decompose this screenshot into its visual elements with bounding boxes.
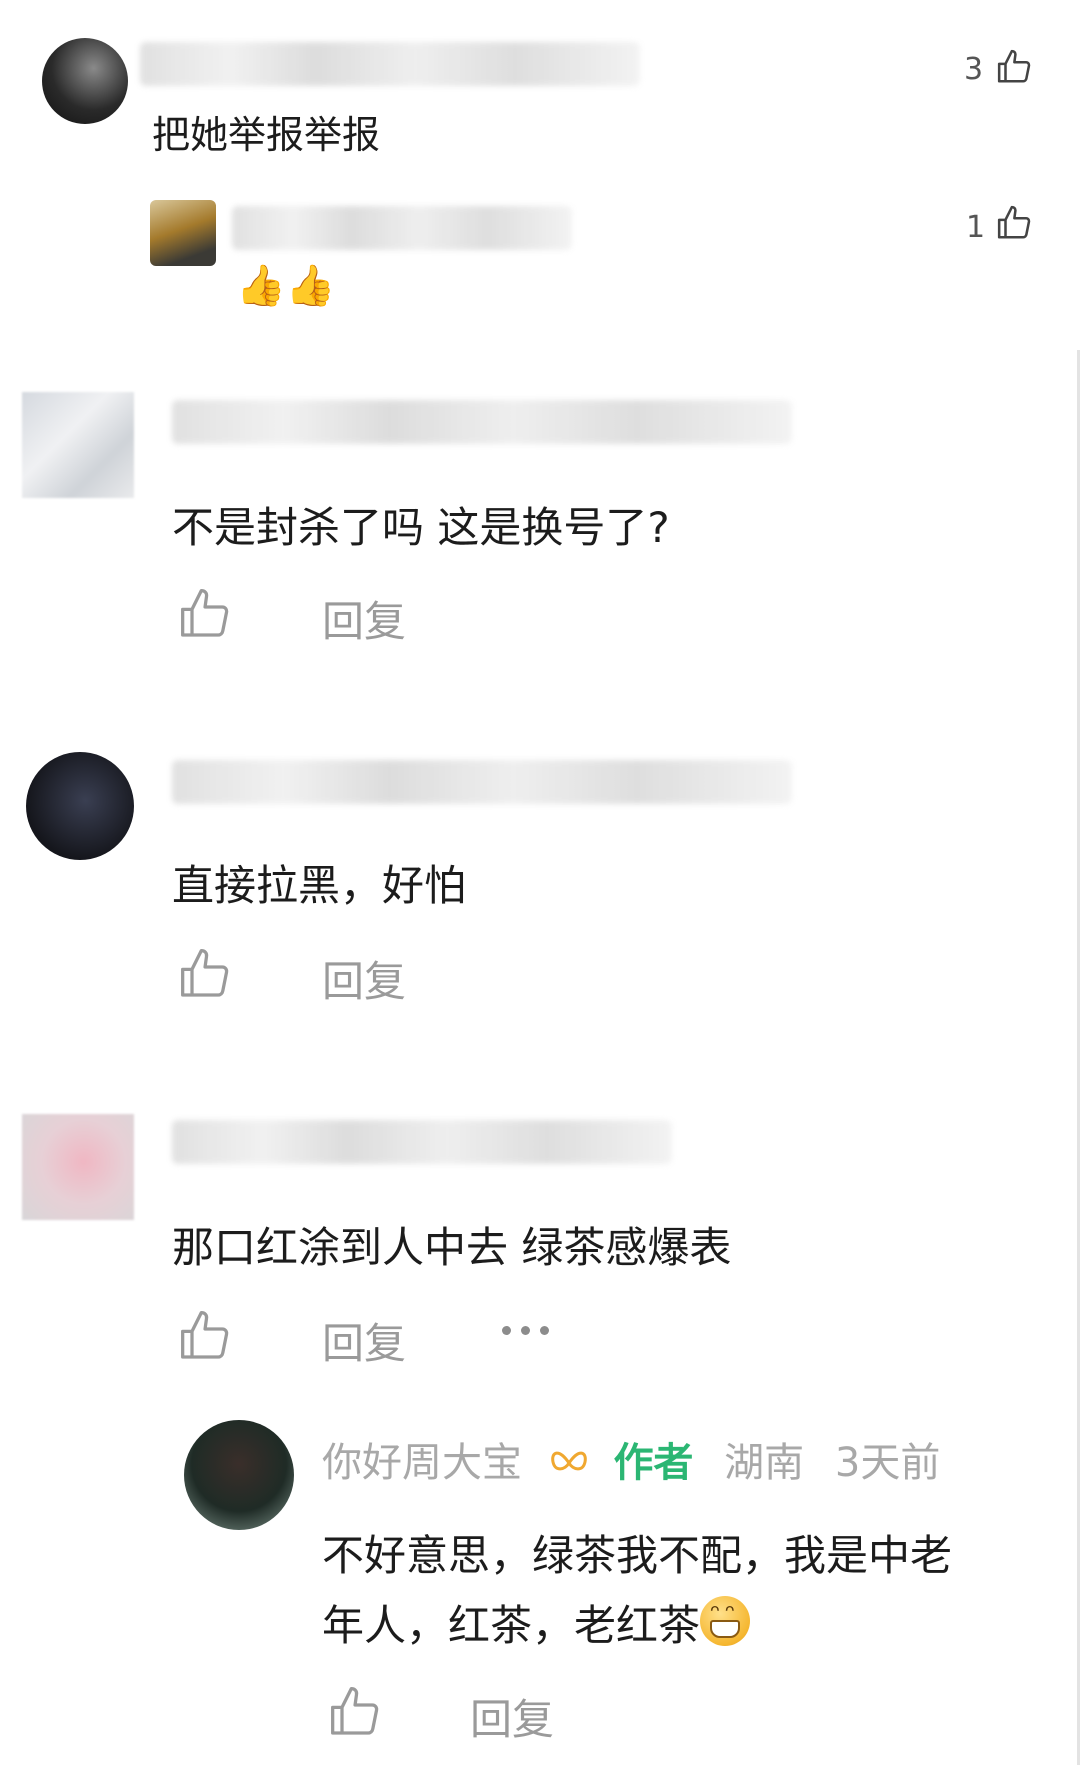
like-icon[interactable]	[178, 1308, 234, 1364]
author-reply-text-line2: 年人，红茶，老红茶	[322, 1592, 751, 1653]
author-avatar[interactable]	[184, 1420, 294, 1530]
username-blurred[interactable]	[140, 42, 640, 86]
avatar[interactable]	[42, 38, 128, 124]
username-blurred[interactable]	[172, 400, 792, 444]
avatar[interactable]	[22, 1114, 134, 1220]
reply-emoji-text: 👍👍	[236, 263, 336, 309]
author-username[interactable]: 你好周大宝	[322, 1440, 522, 1486]
thumb-up-icon[interactable]	[996, 48, 1034, 86]
reply-button[interactable]: 回复	[322, 1310, 406, 1371]
author-reply-text: 年人，红茶，老红茶	[322, 1601, 701, 1650]
comment-text: 不是封杀了吗 这是换号了?	[172, 503, 670, 552]
comment-text: 那口红涂到人中去 绿茶感爆表	[172, 1223, 732, 1272]
avatar[interactable]	[26, 752, 134, 860]
like-icon[interactable]	[178, 946, 234, 1002]
avatar[interactable]	[22, 392, 134, 498]
location: 湖南	[724, 1440, 805, 1486]
reply-button[interactable]: 回复	[322, 588, 406, 649]
author-badge: 作者	[613, 1440, 694, 1486]
username-blurred[interactable]	[232, 206, 572, 250]
like-icon[interactable]	[178, 586, 234, 642]
timestamp: 3天前	[834, 1440, 941, 1486]
like-count: 3	[964, 52, 984, 87]
more-dots-icon[interactable]	[500, 1320, 554, 1340]
comment-text: 直接拉黑，好怕	[172, 861, 467, 910]
reply-button[interactable]: 回复	[470, 1686, 554, 1747]
author-meta: 你好周大宝 作者 湖南 3天前	[322, 1430, 940, 1488]
avatar[interactable]	[150, 200, 216, 266]
username-blurred[interactable]	[172, 1120, 672, 1164]
username-blurred[interactable]	[172, 760, 792, 804]
reply-button[interactable]: 回复	[322, 948, 406, 1009]
like-count: 1	[966, 210, 986, 245]
butterfly-icon	[550, 1451, 587, 1471]
author-reply-text-line1: 不好意思，绿茶我不配，我是中老	[322, 1531, 953, 1580]
grin-emoji-icon	[700, 1596, 751, 1646]
thumb-up-icon[interactable]	[996, 204, 1034, 242]
like-icon[interactable]	[328, 1684, 384, 1740]
comment-text: 把她举报举报	[152, 113, 381, 157]
